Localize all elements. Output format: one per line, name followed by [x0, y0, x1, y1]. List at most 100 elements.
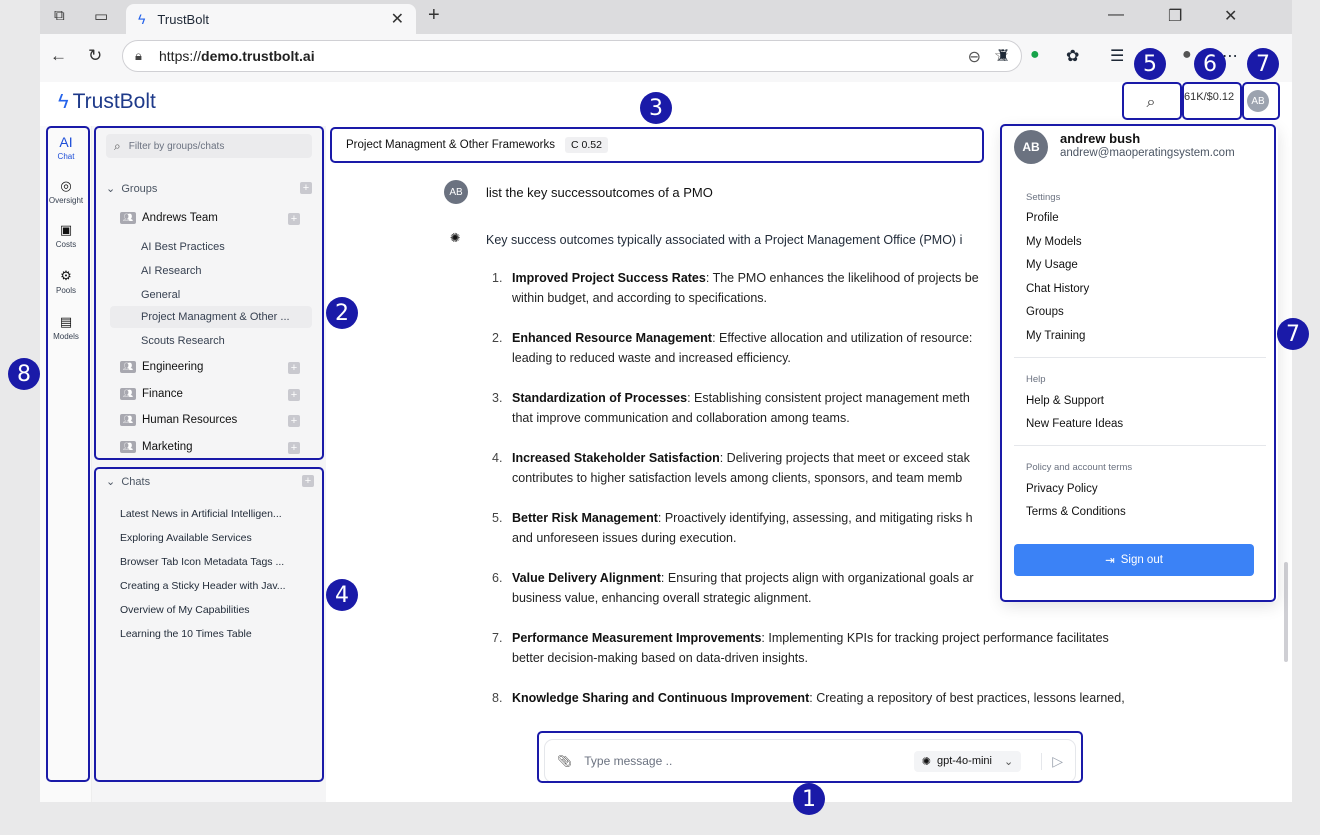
- add-channel-button[interactable]: +: [288, 389, 300, 401]
- chat-item[interactable]: Overview of My Capabilities: [120, 604, 310, 616]
- menu-item-privacy-policy[interactable]: Privacy Policy: [1026, 483, 1098, 495]
- group-icon: 👥︎: [120, 388, 136, 400]
- scrollbar-thumb[interactable]: [1284, 562, 1288, 662]
- lock-icon: 🔒︎: [135, 48, 142, 63]
- message-composer[interactable]: 📎︎ Type message .. ✺ gpt-4o-mini ⌄ ▷: [545, 740, 1075, 782]
- close-window-icon[interactable]: ✕: [1224, 6, 1237, 26]
- help-caption: Help: [1026, 374, 1046, 385]
- list-item: 7. Performance Measurement Improvements:…: [492, 628, 1212, 688]
- list-item-title: Better Risk Management: [512, 511, 658, 525]
- group-marketing[interactable]: 👥︎ Marketing: [120, 441, 193, 453]
- policy-caption: Policy and account terms: [1026, 462, 1133, 473]
- favorites-icon[interactable]: ☰: [1110, 46, 1124, 66]
- user-message: AB list the key successoutcomes of a PMO: [444, 180, 713, 204]
- sign-out-button[interactable]: ⇥ Sign out: [1014, 544, 1254, 576]
- extensions-puzzle-icon[interactable]: ✿: [1066, 46, 1079, 66]
- channel-item[interactable]: General: [141, 289, 180, 301]
- ai-message-intro: Key success outcomes typically associate…: [486, 233, 963, 247]
- restore-icon[interactable]: ❐: [1168, 6, 1182, 26]
- rail-item-costs[interactable]: ▣ Costs: [40, 222, 92, 249]
- list-number: 1.: [492, 271, 503, 285]
- list-item-title: Performance Measurement Improvements: [512, 631, 762, 645]
- annotation-badge-4: 4: [326, 579, 358, 611]
- workspaces-icon[interactable]: ⧉: [54, 7, 65, 24]
- header-search-button[interactable]: ⌕: [1126, 88, 1176, 118]
- annotation-badge-5: 5: [1134, 48, 1166, 80]
- menu-item-groups[interactable]: Groups: [1026, 306, 1064, 318]
- rail-item-oversight[interactable]: ◎ Oversight: [40, 178, 92, 205]
- zoom-icon[interactable]: ⊖: [968, 47, 981, 67]
- extension-icon[interactable]: ♜: [996, 46, 1010, 66]
- send-button[interactable]: ▷: [1041, 752, 1063, 770]
- rail-item-chat[interactable]: AI Chat: [40, 134, 92, 161]
- menu-item-my-training[interactable]: My Training: [1026, 330, 1085, 342]
- group-finance[interactable]: 👥︎ Finance: [120, 388, 183, 400]
- profile-icon[interactable]: ●: [1182, 46, 1192, 64]
- chat-item[interactable]: Learning the 10 Times Table: [120, 628, 310, 640]
- group-name: Human Resources: [142, 414, 238, 426]
- chat-item[interactable]: Exploring Available Services: [120, 532, 310, 544]
- brand-logo[interactable]: ϟ TrustBolt: [58, 90, 156, 114]
- rail-label: Oversight: [48, 196, 84, 205]
- rail-label: Costs: [55, 240, 77, 249]
- chats-header[interactable]: ⌄ Chats: [106, 475, 150, 488]
- groups-header[interactable]: ⌄ Groups: [106, 182, 157, 195]
- add-channel-button[interactable]: +: [288, 415, 300, 427]
- group-human-resources[interactable]: 👥︎ Human Resources: [120, 414, 237, 426]
- add-channel-button[interactable]: +: [288, 442, 300, 454]
- list-item-title: Increased Stakeholder Satisfaction: [512, 451, 720, 465]
- back-icon[interactable]: ←: [50, 46, 67, 66]
- group-andrews-team[interactable]: 👥︎ Andrews Team: [120, 212, 218, 224]
- new-tab-icon[interactable]: +: [428, 4, 440, 27]
- address-bar[interactable]: 🔒︎ https://demo.trustbolt.ai ⊖ ☆: [122, 40, 1022, 72]
- sidebar: ⌕ Filter by groups/chats ⌄ Groups + 👥︎ A…: [92, 126, 326, 802]
- paperclip-icon[interactable]: 📎︎: [557, 754, 572, 768]
- menu-item-help-support[interactable]: Help & Support: [1026, 395, 1104, 407]
- list-number: 4.: [492, 451, 503, 465]
- costs-icon: ▣: [59, 222, 73, 237]
- filter-input[interactable]: ⌕ Filter by groups/chats: [106, 134, 312, 158]
- brand-name: TrustBolt: [72, 90, 156, 113]
- model-selector[interactable]: ✺ gpt-4o-mini ⌄: [913, 750, 1022, 772]
- list-number: 3.: [492, 391, 503, 405]
- channel-item[interactable]: AI Research: [141, 265, 202, 277]
- channel-item[interactable]: AI Best Practices: [141, 241, 225, 253]
- close-tab-icon[interactable]: ✕: [391, 9, 404, 29]
- message-input[interactable]: Type message ..: [584, 754, 672, 768]
- menu-item-terms-conditions[interactable]: Terms & Conditions: [1026, 506, 1126, 518]
- conversation-title-bar[interactable]: Project Managment & Other Frameworks C 0…: [336, 134, 976, 156]
- menu-item-chat-history[interactable]: Chat History: [1026, 283, 1089, 295]
- rail-item-pools[interactable]: ⚙ Pools: [40, 268, 92, 295]
- chat-item[interactable]: Browser Tab Icon Metadata Tags ...: [120, 556, 310, 568]
- menu-item-new-feature-ideas[interactable]: New Feature Ideas: [1026, 418, 1123, 430]
- grammarly-icon[interactable]: ●: [1030, 46, 1040, 64]
- header-avatar[interactable]: AB: [1247, 90, 1269, 112]
- annotation-badge-7-menu: 7: [1277, 318, 1309, 350]
- refresh-icon[interactable]: ↻: [88, 46, 102, 66]
- group-icon: 👥︎: [120, 361, 136, 373]
- group-icon: 👥︎: [120, 441, 136, 453]
- menu-item-my-usage[interactable]: My Usage: [1026, 259, 1078, 271]
- minimize-icon[interactable]: —: [1108, 6, 1124, 24]
- rail-item-models[interactable]: ▤ Models: [40, 314, 92, 341]
- add-channel-button[interactable]: +: [288, 213, 300, 225]
- menu-item-profile[interactable]: Profile: [1026, 212, 1059, 224]
- list-item: 8. Knowledge Sharing and Continuous Impr…: [492, 688, 1212, 716]
- group-engineering[interactable]: 👥︎ Engineering: [120, 361, 203, 373]
- tab-actions-icon[interactable]: ▭: [94, 7, 108, 25]
- add-chat-button[interactable]: +: [302, 475, 314, 487]
- browser-tab[interactable]: ϟ TrustBolt ✕: [126, 4, 416, 34]
- list-item-text: : The PMO enhances the likelihood of pro…: [705, 271, 979, 285]
- add-group-button[interactable]: +: [300, 182, 312, 194]
- chat-item[interactable]: Latest News in Artificial Intelligen...: [120, 508, 310, 520]
- list-number: 6.: [492, 571, 503, 585]
- browser-tab-bar: ⧉ ▭ ϟ TrustBolt ✕ + — ❐ ✕: [40, 0, 1292, 34]
- menu-item-my-models[interactable]: My Models: [1026, 236, 1082, 248]
- channel-item-selected[interactable]: Project Managment & Other ...: [110, 306, 312, 328]
- chat-item[interactable]: Creating a Sticky Header with Jav...: [120, 580, 310, 592]
- usage-indicator[interactable]: 61K/$0.12: [1184, 91, 1234, 103]
- menu-user-name: andrew bush: [1060, 131, 1141, 146]
- channel-item[interactable]: Scouts Research: [141, 335, 225, 347]
- bolt-icon: ϟ: [58, 90, 69, 113]
- add-channel-button[interactable]: +: [288, 362, 300, 374]
